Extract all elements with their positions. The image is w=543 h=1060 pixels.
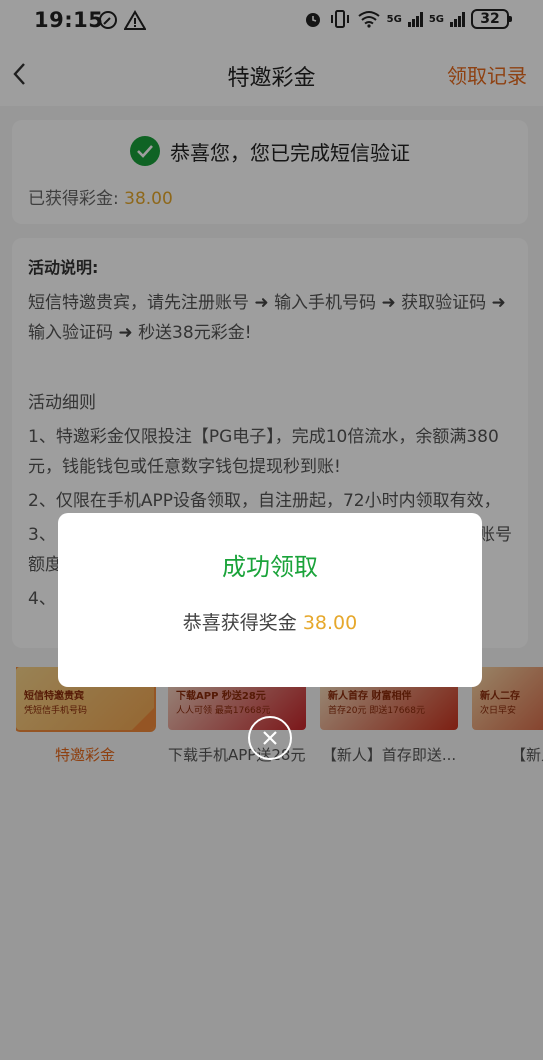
- dialog-title: 成功领取: [222, 553, 318, 581]
- dialog-message-prefix: 恭喜获得奖金: [182, 612, 303, 634]
- close-dialog-button[interactable]: [248, 716, 292, 760]
- screen: 19:15 5G 5G 32 特邀彩金 领取记录 恭喜您，您已完成短信验证 已获…: [0, 0, 543, 1060]
- close-icon: [263, 731, 277, 745]
- dialog-message: 恭喜获得奖金 38.00: [58, 608, 482, 635]
- dialog-amount: 38.00: [302, 612, 358, 634]
- success-dialog: 成功领取 恭喜获得奖金 38.00: [58, 513, 482, 687]
